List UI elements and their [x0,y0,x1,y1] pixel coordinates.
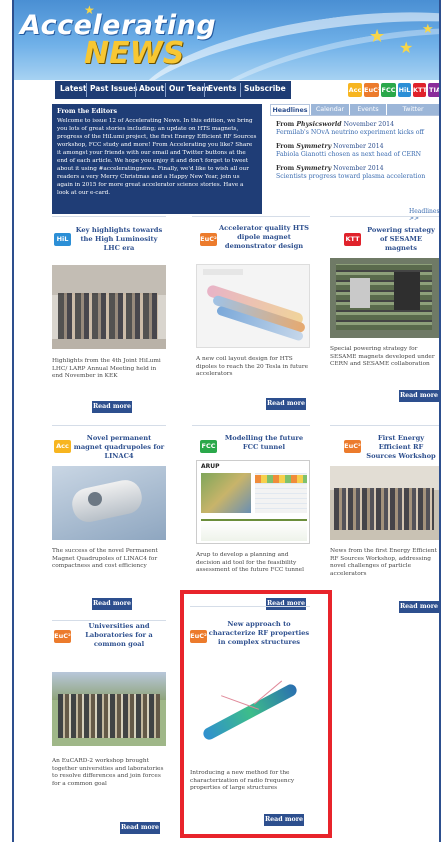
nav-bar: Latest Past Issues About Our Team Events… [55,81,291,99]
card-summary: An EuCARD-2 workshop brought together un… [52,758,164,787]
card-title[interactable]: Modelling the future FCC tunnel [218,434,310,452]
workshop-group-photo-image[interactable] [330,466,439,540]
headline-date: November 2014 [331,165,384,172]
card-title[interactable]: First Energy Efficient RF Sources Worksh… [363,434,439,461]
badge-euc2[interactable]: EuC² [364,83,381,97]
card-summary: The success of the novel Permanent Magne… [52,548,158,569]
card-summary: Arup to develop a planning and decision … [196,552,304,573]
tunnel-study-image[interactable]: ARUP [196,460,310,544]
page-frame: ★ ★ ★ ★ Accelerating NEWS Latest Past Is… [12,0,441,842]
headline-source: Physicsworld [296,121,342,128]
nav-divider [135,83,136,97]
badge-ktt[interactable]: KTT [413,83,427,97]
card-title[interactable]: Key highlights towards the High Luminosi… [72,226,166,253]
headline-from: From [276,143,297,150]
nav-divider [240,83,241,97]
nav-past-issues[interactable]: Past Issues [90,84,138,93]
headline-item[interactable]: From Symmetry November 2014 Fabiola Gian… [276,143,421,159]
card-title[interactable]: Universities and Laboratories for a comm… [72,622,166,649]
card-summary: A new coil layout design for HTS dipoles… [196,356,309,377]
nav-divider [86,83,87,97]
category-badge-euc2[interactable]: EuC² [54,630,71,643]
highlight-box [180,590,332,838]
card-divider [330,425,439,426]
card-divider [52,216,166,217]
star-icon: ★ [369,26,386,47]
card-summary: News from the first Energy Efficient RF … [330,548,437,577]
headline-source: Symmetry [296,165,332,172]
headlines-more-link[interactable]: Headlines >> [409,208,439,222]
card-title[interactable]: Accelerator quality HTS dipole magnet de… [218,224,310,251]
read-more-button[interactable]: Read more [120,822,160,834]
category-badge-euc2[interactable]: EuC² [344,440,361,453]
nav-latest[interactable]: Latest [60,84,87,93]
card-divider [192,216,310,217]
badge-acc[interactable]: Acc [348,83,362,97]
editors-panel: From the Editors Welcome to issue 12 of … [52,104,262,214]
headline-from: From [276,121,297,128]
logo-text-news: NEWS [84,36,185,71]
badge-fcc[interactable]: FCC [381,83,396,97]
tab-underline [270,115,439,116]
magnet-diagram-image[interactable] [196,264,310,348]
nav-events[interactable]: Events [208,84,237,93]
headline-title[interactable]: Fabiola Gianotti chosen as next head of … [276,151,421,159]
editors-body: Welcome to issue 12 of Accelerating News… [57,118,257,196]
headline-item[interactable]: From Symmetry November 2014 Scientists p… [276,165,425,181]
magnet-photo-image[interactable] [52,466,166,540]
star-icon: ★ [422,22,434,37]
main-nav: Latest Past Issues About Our Team Events… [17,81,439,99]
group-photo-outdoor-image[interactable] [52,672,166,746]
badge-hil[interactable]: HiL [398,83,411,97]
read-more-button[interactable]: Read more [399,601,439,613]
category-badge-hil[interactable]: HiL [54,233,71,246]
electronics-photo-image[interactable] [330,258,439,338]
card-divider [52,620,166,621]
nav-divider [204,83,205,97]
card-divider [52,425,166,426]
card-summary: Highlights from the 4th Joint HiLumi LHC… [52,358,161,379]
read-more-button[interactable]: Read more [266,398,306,410]
nav-divider [165,83,166,97]
badge-tia[interactable]: TIA [428,83,439,97]
group-photo-image[interactable] [52,265,166,349]
arup-logo: ARUP [201,463,220,470]
headline-date: November 2014 [341,121,395,128]
card-divider [330,216,439,217]
category-badge-euc2[interactable]: EuC² [200,233,217,246]
category-badge-acc[interactable]: Acc [54,440,71,453]
headline-item[interactable]: From Physicsworld November 2014 Fermilab… [276,121,424,137]
read-more-button[interactable]: Read more [399,390,439,402]
headline-source: Symmetry [296,143,332,150]
headline-from: From [276,165,297,172]
card-divider [192,425,310,426]
nav-about[interactable]: About [139,84,164,93]
card-summary: Special powering strategy for SESAME mag… [330,346,435,367]
headline-title[interactable]: Scientists progress toward plasma accele… [276,173,425,181]
category-badge-ktt[interactable]: KTT [344,233,361,246]
star-icon: ★ [399,38,414,57]
card-title[interactable]: Powering strategy of SESAME magnets [363,226,439,253]
headline-title[interactable]: Fermilab's NOvA neutrino experiment kick… [276,129,424,137]
category-badge-fcc[interactable]: FCC [200,440,217,453]
read-more-button[interactable]: Read more [92,598,132,610]
nav-subscribe[interactable]: Subscribe [244,84,286,93]
header-banner: ★ ★ ★ ★ Accelerating NEWS [14,0,439,80]
headline-date: November 2014 [331,143,384,150]
editors-title: From the Editors [57,108,117,115]
read-more-button[interactable]: Read more [92,401,132,413]
card-title[interactable]: Novel permanent magnet quadrupoles for L… [72,434,166,461]
